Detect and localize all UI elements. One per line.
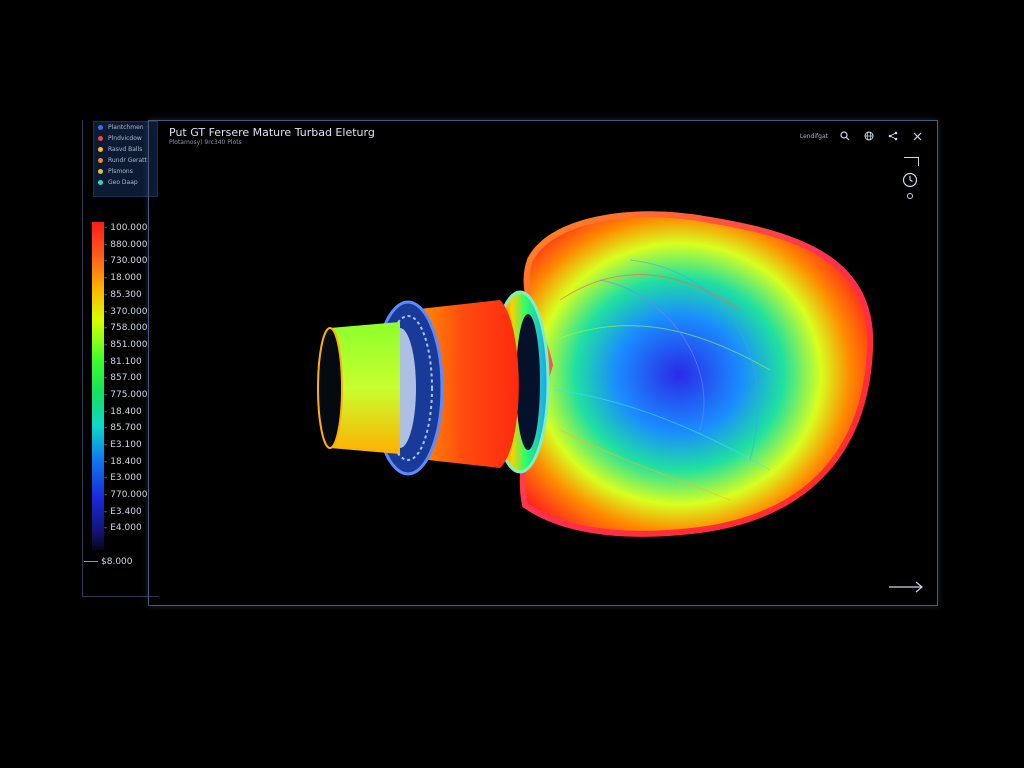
scale-tick: 857.00 <box>104 374 142 383</box>
globe-icon[interactable] <box>862 129 876 143</box>
scale-tick: 85.700 <box>104 424 142 433</box>
scale-tick: 770.000 <box>104 491 147 500</box>
close-icon[interactable] <box>910 129 924 143</box>
page-title: Put GT Fersere Mature Turbad Eleturg <box>169 126 375 139</box>
legend-label: Plantchmen <box>108 124 144 131</box>
legend-label: Plsmons <box>108 168 133 175</box>
next-arrow-button[interactable] <box>887 579 927 593</box>
scale-tick: E4.000 <box>104 524 141 533</box>
scale-tick: 81.100 <box>104 358 142 367</box>
scale-tick: 85.300 <box>104 291 142 300</box>
scale-tick: 370.000 <box>104 308 147 317</box>
legend-dot <box>98 136 103 141</box>
scale-tick: 18.400 <box>104 408 142 417</box>
3d-viewport[interactable] <box>300 200 900 545</box>
page-subtitle: Plotamosy) 9rc340 Plots <box>169 139 242 146</box>
legend-dot <box>98 147 103 152</box>
legend-label: Rundr Geratt <box>108 157 147 164</box>
legend-dot <box>98 169 103 174</box>
turbine-render <box>317 211 874 537</box>
legend-label: Rasvd Balls <box>108 146 143 153</box>
legend-dot <box>98 180 103 185</box>
scale-tick: E3.000 <box>104 474 141 483</box>
scale-tick: 730.000 <box>104 257 147 266</box>
scale-tick: 18.400 <box>104 458 142 467</box>
scale-tick: E3.400 <box>104 508 141 517</box>
search-icon[interactable] <box>838 129 852 143</box>
scale-tick: 880.000 <box>104 241 147 250</box>
scale-tick: 775.000 <box>104 391 147 400</box>
scale-tick: 100.000 <box>104 224 147 233</box>
share-icon[interactable] <box>886 129 900 143</box>
legend-label: Geo Daap <box>108 179 138 186</box>
scale-tick: 18.000 <box>104 274 142 283</box>
scale-tick: 758.000 <box>104 324 147 333</box>
corner-bracket-icon <box>904 157 919 166</box>
legend-label: Plndvicdow <box>108 135 142 142</box>
toolbar-label[interactable]: Lendifgat <box>800 133 828 140</box>
legend-dot <box>98 125 103 130</box>
color-scale-bar <box>92 222 104 550</box>
indicator-dot-icon <box>907 193 913 199</box>
legend-dot <box>98 158 103 163</box>
toolbar: Lendifgat <box>800 129 924 143</box>
clock-icon[interactable] <box>902 172 918 188</box>
scale-min-label: $8.000 <box>84 557 133 567</box>
scale-tick: 851.000 <box>104 341 147 350</box>
scale-tick: E3.100 <box>104 441 141 450</box>
